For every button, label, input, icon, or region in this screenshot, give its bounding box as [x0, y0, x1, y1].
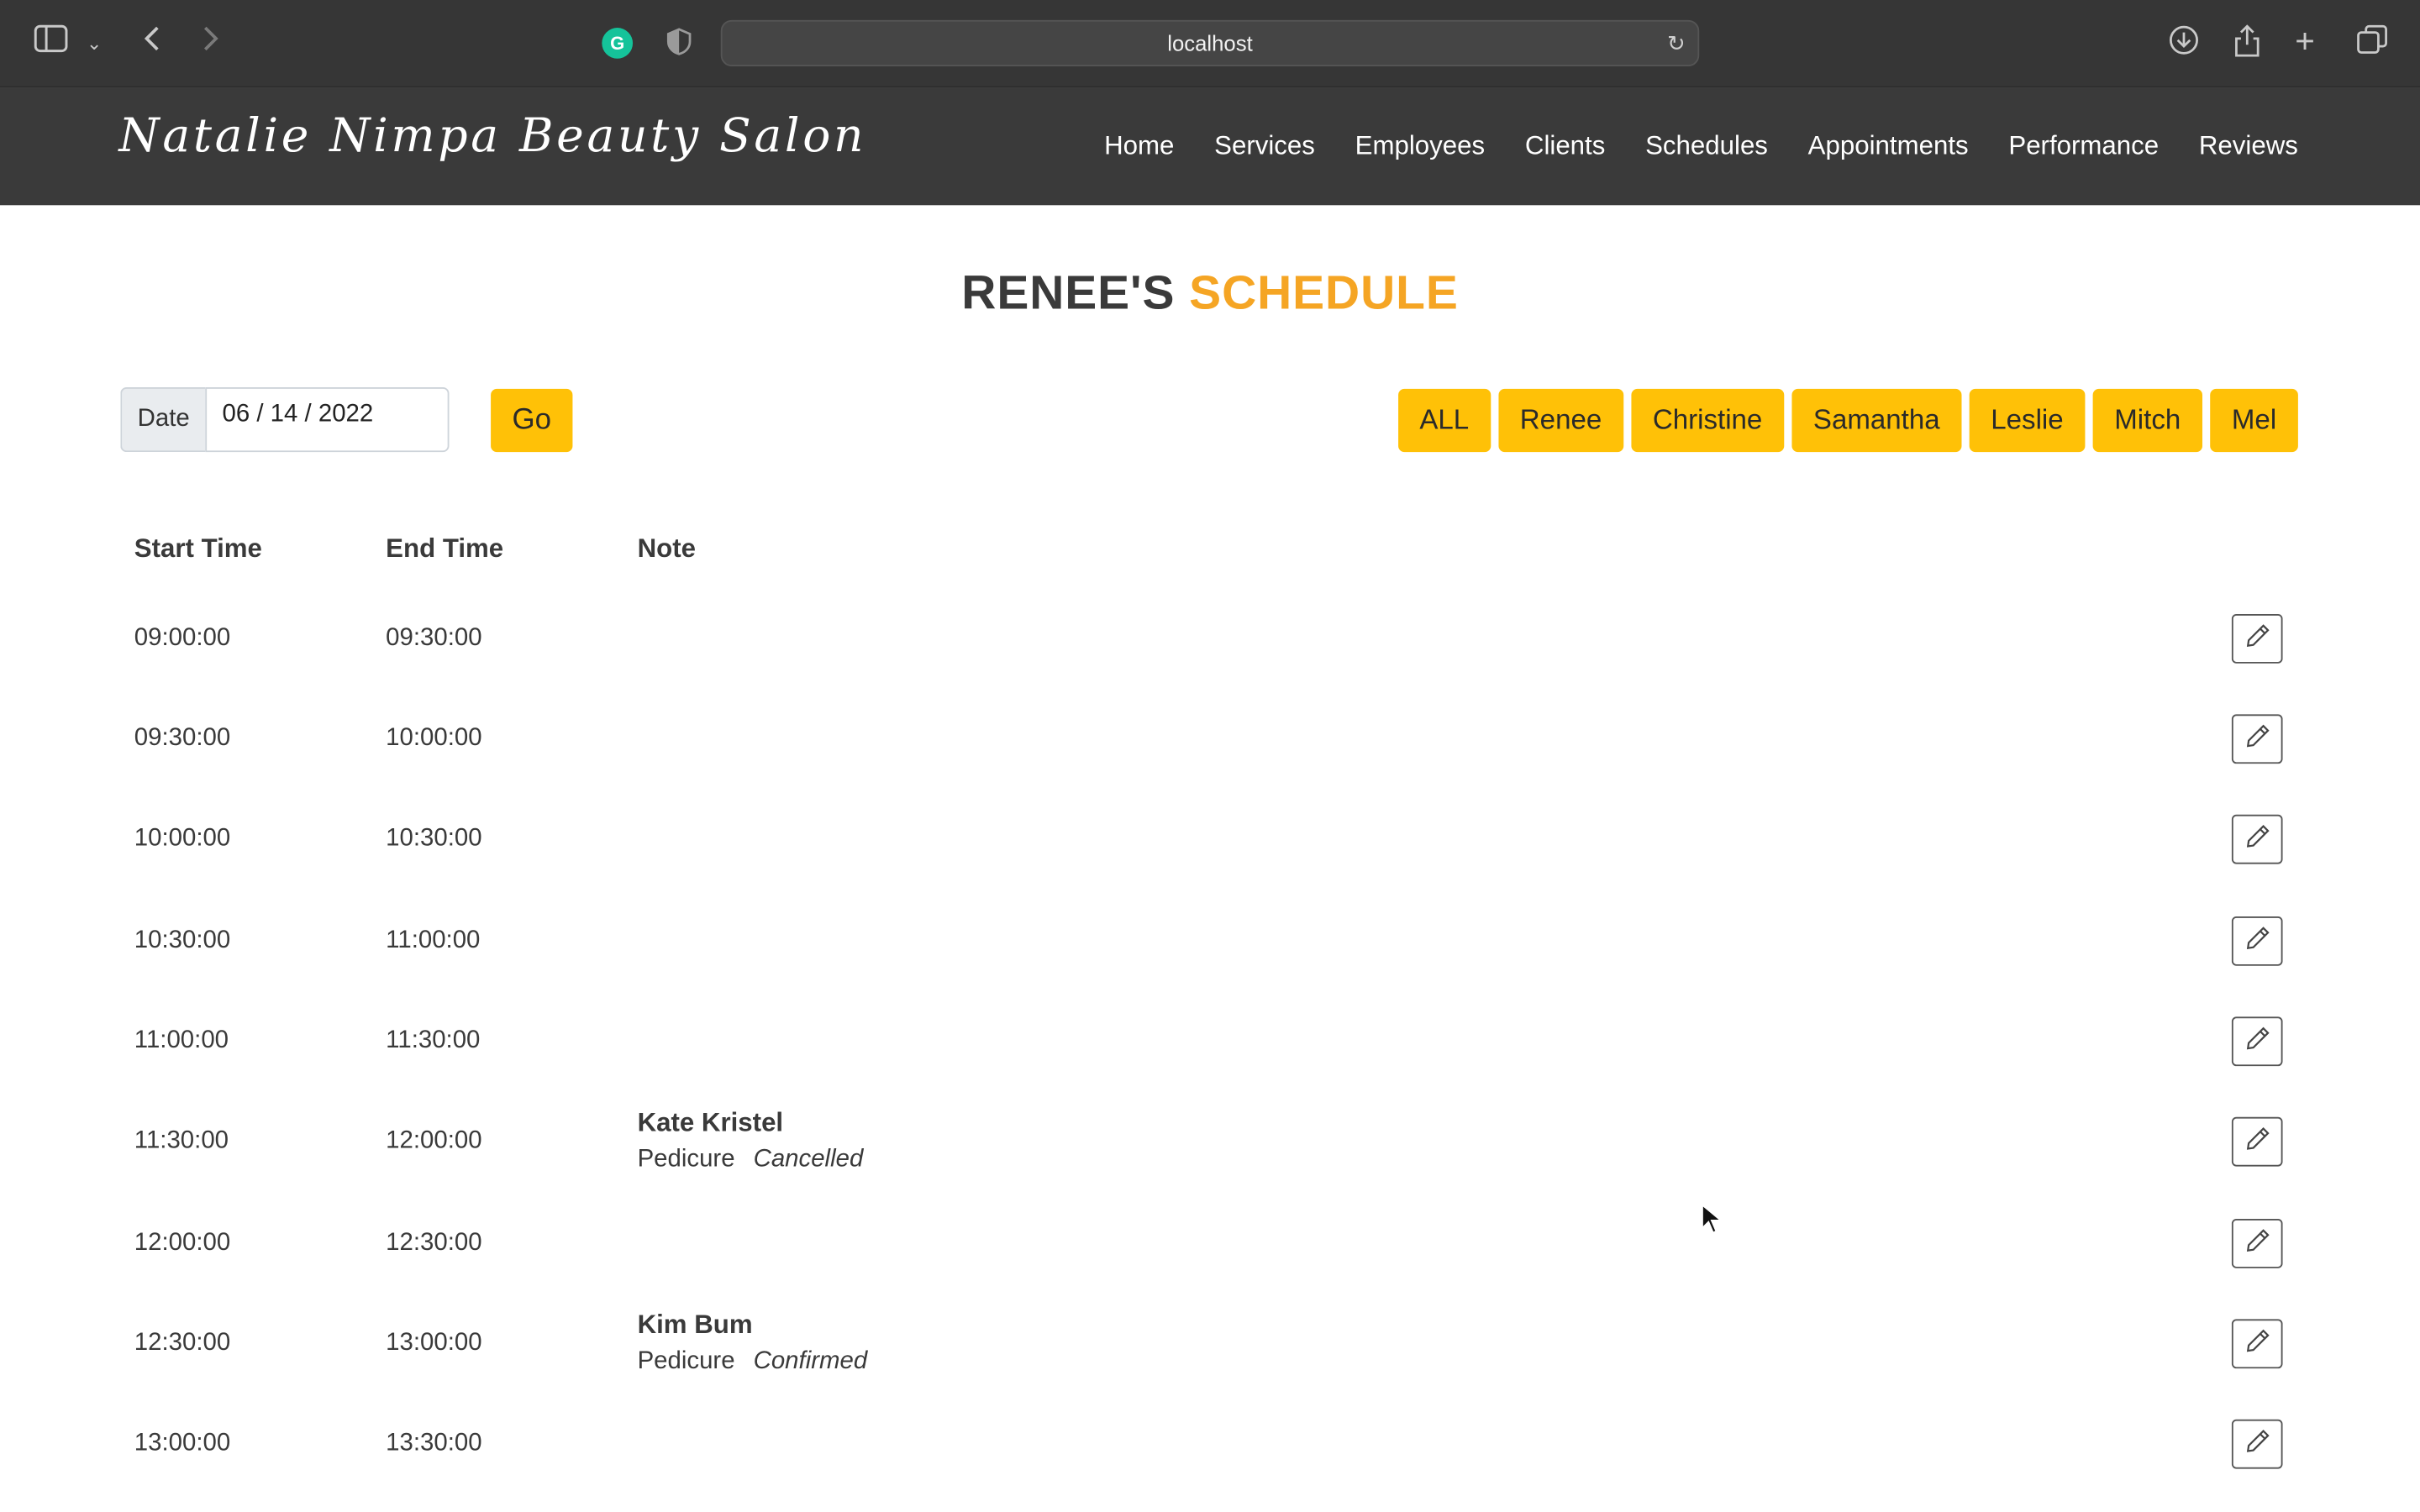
appointment-status: Cancelled [753, 1145, 864, 1172]
table-row: 09:00:00 09:30:00 [0, 588, 2420, 688]
nav-performance[interactable]: Performance [2008, 131, 2159, 162]
grammarly-icon[interactable]: G [602, 28, 634, 59]
client-name: Kim Bum [637, 1309, 753, 1339]
nav-clients[interactable]: Clients [1525, 131, 1605, 162]
table-row: 12:00:00 12:30:00 [0, 1193, 2420, 1293]
sidebar-toggle-icon[interactable] [34, 24, 68, 65]
staff-button-all[interactable]: ALL [1397, 388, 1491, 453]
start-time: 11:00:00 [134, 1026, 229, 1053]
nav-appointments[interactable]: Appointments [1808, 131, 1969, 162]
start-time: 11:30:00 [134, 1126, 229, 1153]
header-end-time: End Time [386, 533, 504, 564]
client-name: Kate Kristel [637, 1106, 784, 1137]
url-text: localhost [1167, 30, 1253, 56]
end-time: 13:00:00 [386, 1329, 482, 1356]
table-row: 09:30:00 10:00:00 [0, 688, 2420, 788]
header-note: Note [637, 533, 696, 564]
edit-button[interactable] [2231, 813, 2283, 864]
new-tab-icon[interactable]: + [2295, 24, 2315, 58]
start-time: 12:00:00 [134, 1228, 231, 1256]
end-time: 09:30:00 [386, 623, 482, 651]
date-input[interactable]: 06 / 14 / 2022 [205, 387, 450, 453]
forward-arrow-icon[interactable] [203, 24, 221, 65]
table-row: 10:30:00 11:00:00 [0, 890, 2420, 990]
table-row: 11:30:00 12:00:00 Kate Kristel Pedicure C… [0, 1091, 2420, 1191]
page-title: RENEE'S SCHEDULE [0, 265, 2420, 321]
table-row: 11:00:00 11:30:00 [0, 990, 2420, 1090]
table-row: 13:00:00 13:30:00 [0, 1394, 2420, 1494]
download-icon[interactable] [2169, 24, 2200, 67]
nav-schedules[interactable]: Schedules [1645, 131, 1768, 162]
appointment-status: Confirmed [753, 1347, 868, 1374]
reload-icon[interactable]: ↻ [1667, 22, 1686, 65]
nav-services[interactable]: Services [1214, 131, 1315, 162]
nav-employees[interactable]: Employees [1355, 131, 1485, 162]
header-start-time: Start Time [134, 533, 262, 564]
end-time: 11:30:00 [386, 1026, 481, 1053]
pencil-icon [2245, 723, 2270, 753]
share-icon[interactable] [2233, 24, 2261, 71]
end-time: 10:30:00 [386, 824, 482, 851]
end-time: 10:00:00 [386, 724, 482, 751]
appointment-note: Kim Bum Pedicure Confirmed [638, 1306, 868, 1380]
edit-button[interactable] [2231, 713, 2283, 764]
end-time: 11:00:00 [386, 926, 481, 953]
page-title-name: RENEE'S [961, 265, 1176, 320]
tab-overview-icon[interactable] [2357, 24, 2388, 67]
pencil-icon [2245, 1328, 2270, 1357]
edit-button[interactable] [2231, 1016, 2283, 1066]
back-arrow-icon[interactable] [142, 24, 160, 65]
address-bar[interactable]: localhost ↻ [720, 19, 1700, 66]
browser-toolbar: ⌄ G localhost ↻ + [0, 0, 2420, 88]
start-time: 09:00:00 [134, 623, 231, 651]
end-time: 12:00:00 [386, 1126, 482, 1153]
pencil-icon [2245, 1228, 2270, 1257]
date-label: Date [120, 387, 206, 453]
edit-button[interactable] [2231, 1418, 2283, 1468]
nav-home[interactable]: Home [1104, 131, 1174, 162]
go-button[interactable]: Go [491, 388, 573, 453]
pencil-icon [2245, 623, 2270, 653]
staff-button-samantha[interactable]: Samantha [1791, 388, 1962, 453]
start-time: 13:00:00 [134, 1429, 231, 1456]
chevron-down-icon[interactable]: ⌄ [87, 24, 102, 61]
staff-button-mel[interactable]: Mel [2210, 388, 2298, 453]
edit-button[interactable] [2231, 1218, 2283, 1268]
staff-button-mitch[interactable]: Mitch [2092, 388, 2202, 453]
site-navbar: Natalie Nimpa Beauty Salon Home Services… [0, 87, 2420, 206]
edit-button[interactable] [2231, 1318, 2283, 1368]
page-title-accent: SCHEDULE [1189, 265, 1459, 320]
pencil-icon [2245, 1429, 2270, 1458]
pencil-icon [2245, 1026, 2270, 1055]
pencil-icon [2245, 926, 2270, 955]
end-time: 12:30:00 [386, 1228, 482, 1256]
start-time: 10:30:00 [134, 926, 231, 953]
appointment-note: Kate Kristel Pedicure Cancelled [638, 1104, 864, 1178]
edit-button[interactable] [2231, 613, 2283, 663]
start-time: 12:30:00 [134, 1329, 231, 1356]
end-time: 13:30:00 [386, 1429, 482, 1456]
brand-logo[interactable]: Natalie Nimpa Beauty Salon [118, 109, 866, 163]
date-filter-group: Date 06 / 14 / 2022 [120, 387, 450, 453]
shield-icon[interactable] [666, 28, 692, 55]
edit-button[interactable] [2231, 1116, 2283, 1166]
staff-filter: ALL Renee Christine Samantha Leslie Mitc… [1397, 388, 2298, 453]
main-menu: Home Services Employees Clients Schedule… [1104, 88, 2298, 206]
start-time: 10:00:00 [134, 824, 231, 851]
staff-button-leslie[interactable]: Leslie [1969, 388, 2086, 453]
mouse-cursor-icon [1701, 1203, 1723, 1242]
nav-reviews[interactable]: Reviews [2199, 131, 2298, 162]
pencil-icon [2245, 1126, 2270, 1156]
start-time: 09:30:00 [134, 724, 231, 751]
staff-button-christine[interactable]: Christine [1631, 388, 1785, 453]
schedule-table-header: Start Time End Time Note [0, 534, 2420, 575]
service-name: Pedicure [637, 1347, 735, 1374]
service-name: Pedicure [637, 1145, 735, 1172]
staff-button-renee[interactable]: Renee [1498, 388, 1623, 453]
table-row: 12:30:00 13:00:00 Kim Bum Pedicure Confir… [0, 1293, 2420, 1393]
table-row: 10:00:00 10:30:00 [0, 789, 2420, 889]
pencil-icon [2245, 824, 2270, 853]
edit-button[interactable] [2231, 916, 2283, 965]
